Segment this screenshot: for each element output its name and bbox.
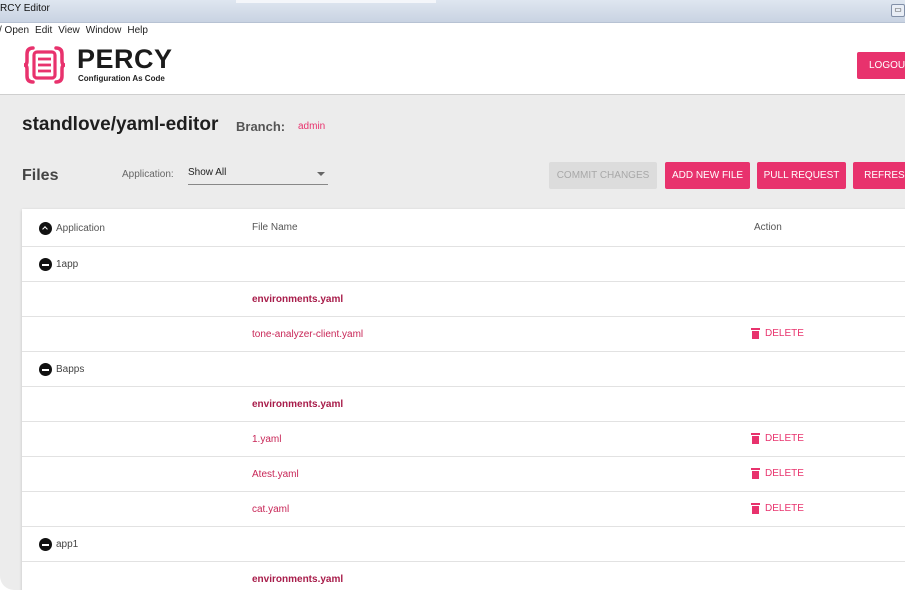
title-bar: RCY Editor ▭ [0,0,905,23]
branch-label: Branch: [236,119,286,134]
table-row: environments.yaml [22,282,905,317]
file-name-column-header: File Name [252,222,298,233]
restore-window-button[interactable]: ▭ [891,4,905,17]
table-row: tone-analyzer-client.yaml DELETE [22,317,905,352]
file-link[interactable]: Atest.yaml [252,469,299,480]
delete-label: DELETE [765,468,804,480]
delete-button[interactable]: DELETE [751,503,804,514]
group-row-1app[interactable]: 1app [22,247,905,282]
file-link[interactable]: cat.yaml [252,504,289,515]
delete-button[interactable]: DELETE [751,433,804,444]
delete-button[interactable]: DELETE [751,468,804,479]
file-link[interactable]: tone-analyzer-client.yaml [252,329,363,340]
files-heading: Files [22,167,59,184]
menu-open[interactable]: / Open [0,23,29,38]
application-filter-select[interactable]: Show All [188,165,328,185]
group-name: app1 [56,539,79,551]
group-label[interactable]: 1app [39,258,78,271]
table-header: Application File Name Action [22,209,905,247]
menu-bar: / Open Edit View Window Help [0,23,905,38]
menu-edit[interactable]: Edit [35,23,52,38]
delete-label: DELETE [765,433,804,445]
app-header: PERCY Configuration As Code LOGOUT [0,38,905,95]
files-table: Application File Name Action 1app enviro… [22,209,905,590]
menu-window[interactable]: Window [86,23,122,38]
logout-button[interactable]: LOGOUT [857,52,905,79]
repo-title: standlove/yaml-editor [22,114,219,135]
commit-changes-button[interactable]: COMMIT CHANGES [549,162,657,189]
table-row: cat.yaml DELETE [22,492,905,527]
brand-tagline: Configuration As Code [78,74,165,83]
delete-button[interactable]: DELETE [751,328,804,339]
group-row-app1[interactable]: app1 [22,527,905,562]
trash-icon [751,503,760,514]
delete-label: DELETE [765,328,804,340]
application-column-label: Application [56,223,105,235]
add-new-file-button[interactable]: ADD NEW FILE [665,162,750,189]
trash-icon [751,433,760,444]
refresh-button[interactable]: REFRESH [853,162,905,189]
menu-help[interactable]: Help [127,23,148,38]
branch-value: admin [298,121,326,132]
brand-name: PERCY [77,44,173,74]
table-row: 1.yaml DELETE [22,422,905,457]
collapse-icon[interactable] [39,258,52,271]
trash-icon [751,468,760,479]
window-title: RCY Editor [0,3,50,14]
group-name: 1app [56,259,79,271]
app-window: RCY Editor ▭ / Open Edit View Window Help PE… [0,0,905,590]
group-label[interactable]: Bapps [39,363,84,376]
title-bar-highlight [236,0,436,3]
file-link[interactable]: 1.yaml [252,434,281,445]
collapse-all-icon[interactable] [39,222,52,235]
application-filter-value: Show All [188,167,227,178]
group-row-bapps[interactable]: Bapps [22,352,905,387]
file-link[interactable]: environments.yaml [252,399,343,410]
collapse-icon[interactable] [39,363,52,376]
chevron-down-icon [317,172,325,176]
pull-request-button[interactable]: PULL REQUEST [757,162,846,189]
group-name: Bapps [56,364,85,376]
action-column-header: Action [754,222,782,233]
collapse-icon[interactable] [39,538,52,551]
table-row: environments.yaml [22,387,905,422]
menu-view[interactable]: View [58,23,80,38]
table-row: environments.yaml [22,562,905,590]
table-row: Atest.yaml DELETE [22,457,905,492]
trash-icon [751,328,760,339]
application-column-header[interactable]: Application [39,222,105,235]
group-label[interactable]: app1 [39,538,78,551]
delete-label: DELETE [765,503,804,515]
file-link[interactable]: environments.yaml [252,574,343,585]
percy-logo-icon [23,46,66,84]
file-link[interactable]: environments.yaml [252,294,343,305]
application-filter-label: Application: [122,169,174,180]
